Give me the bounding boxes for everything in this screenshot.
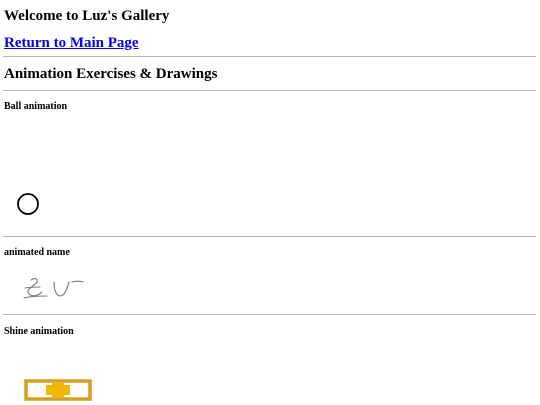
handwritten-name-drawing bbox=[23, 277, 84, 299]
site-title: Welcome to Luz's Gallery bbox=[4, 8, 170, 24]
ball-shape bbox=[17, 193, 39, 215]
animated-name-canvas bbox=[23, 277, 84, 299]
animated-name-label: animated name bbox=[4, 247, 70, 258]
divider bbox=[3, 90, 536, 91]
shine-glint bbox=[52, 383, 64, 397]
return-main-link[interactable]: Return to Main Page bbox=[4, 35, 139, 52]
ball-animation-canvas bbox=[17, 193, 39, 215]
shine-animation-label: Shine animation bbox=[4, 326, 74, 337]
shine-animation-canvas bbox=[24, 379, 92, 401]
gallery-heading: Animation Exercises & Drawings bbox=[4, 66, 218, 82]
ball-animation-label: Ball animation bbox=[4, 101, 68, 112]
divider bbox=[3, 236, 536, 237]
gallery-page: Welcome to Luz's Gallery Return to Main … bbox=[0, 0, 540, 405]
divider bbox=[3, 314, 536, 315]
divider bbox=[3, 56, 536, 57]
